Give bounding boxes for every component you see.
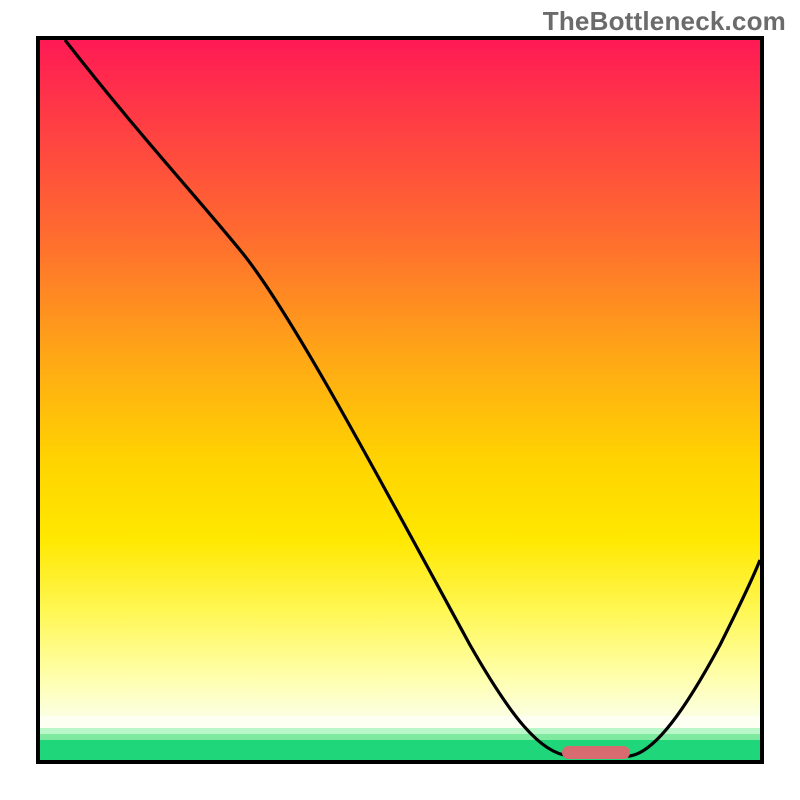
watermark-text: TheBottleneck.com (543, 6, 786, 37)
optimal-marker (562, 746, 630, 759)
chart-frame: TheBottleneck.com (0, 0, 800, 800)
bottleneck-curve (40, 40, 760, 760)
curve-path (65, 40, 760, 756)
plot-area (36, 36, 764, 764)
